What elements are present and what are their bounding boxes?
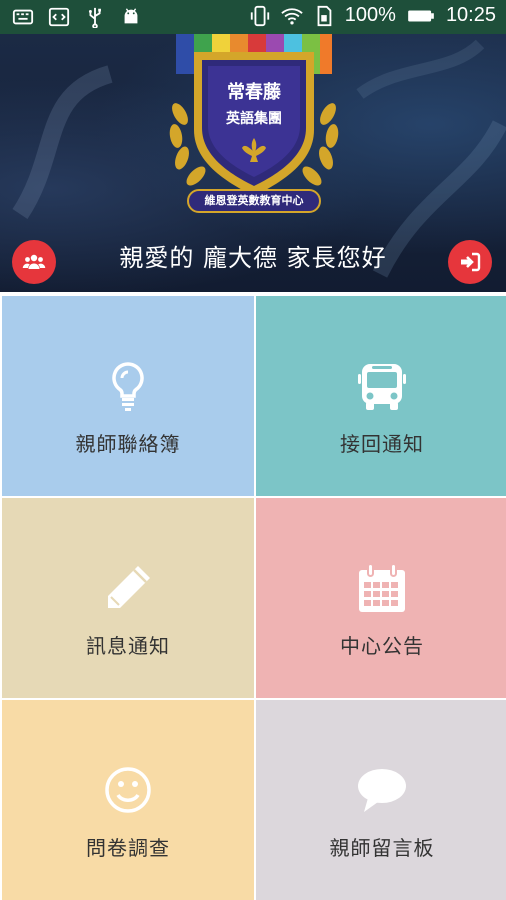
logout-icon	[461, 252, 481, 272]
clock: 10:25	[445, 4, 496, 26]
tile-label: 親師聯絡簿	[75, 432, 181, 456]
sim-icon	[313, 5, 335, 27]
logo-group-name: 英語集團	[226, 111, 282, 127]
logo-center-name: 維恩登英數教育中心	[204, 194, 304, 207]
battery-icon	[406, 5, 436, 27]
greeting-text: 親愛的 龐大德 家長您好	[119, 244, 387, 272]
header-banner: 常春藤 英語集團 維恩登英數教育中心 親愛的 龐大德 家長您好	[0, 34, 506, 292]
pencil-icon	[100, 560, 156, 616]
tile-pickup-notice[interactable]: 接回通知	[256, 296, 506, 496]
tile-label: 接回通知	[340, 432, 424, 456]
logout-button[interactable]	[448, 240, 492, 284]
system-status: 100% 10:25	[249, 4, 496, 27]
keyboard-icon	[12, 6, 34, 28]
tile-label: 親師留言板	[329, 836, 435, 860]
tile-label: 問卷調查	[86, 836, 170, 860]
wifi-icon	[281, 5, 303, 27]
menu-grid: 親師聯絡簿 接回通知 訊息通知 中心公告 問卷調查 親師留言板	[0, 294, 506, 900]
vibrate-icon	[249, 5, 271, 27]
smiley-icon	[100, 762, 156, 818]
tile-survey[interactable]: 問卷調查	[2, 700, 254, 900]
status-bar: 100% 10:25	[0, 0, 506, 34]
tile-message-board[interactable]: 親師留言板	[256, 700, 506, 900]
tile-contact-book[interactable]: 親師聯絡簿	[2, 296, 254, 496]
tile-label: 中心公告	[340, 634, 424, 658]
usb-icon	[84, 6, 106, 28]
lightbulb-icon	[100, 358, 156, 414]
calendar-icon	[354, 560, 410, 616]
chat-bubble-icon	[354, 762, 410, 818]
tile-label: 訊息通知	[86, 634, 170, 658]
bus-icon	[354, 358, 410, 414]
tile-messages[interactable]: 訊息通知	[2, 498, 254, 698]
battery-percent: 100%	[344, 4, 396, 26]
code-icon	[48, 6, 70, 28]
tile-announcements[interactable]: 中心公告	[256, 498, 506, 698]
logo-brand-name: 常春藤	[227, 82, 281, 103]
android-icon	[120, 6, 142, 28]
notification-icons	[12, 6, 142, 28]
